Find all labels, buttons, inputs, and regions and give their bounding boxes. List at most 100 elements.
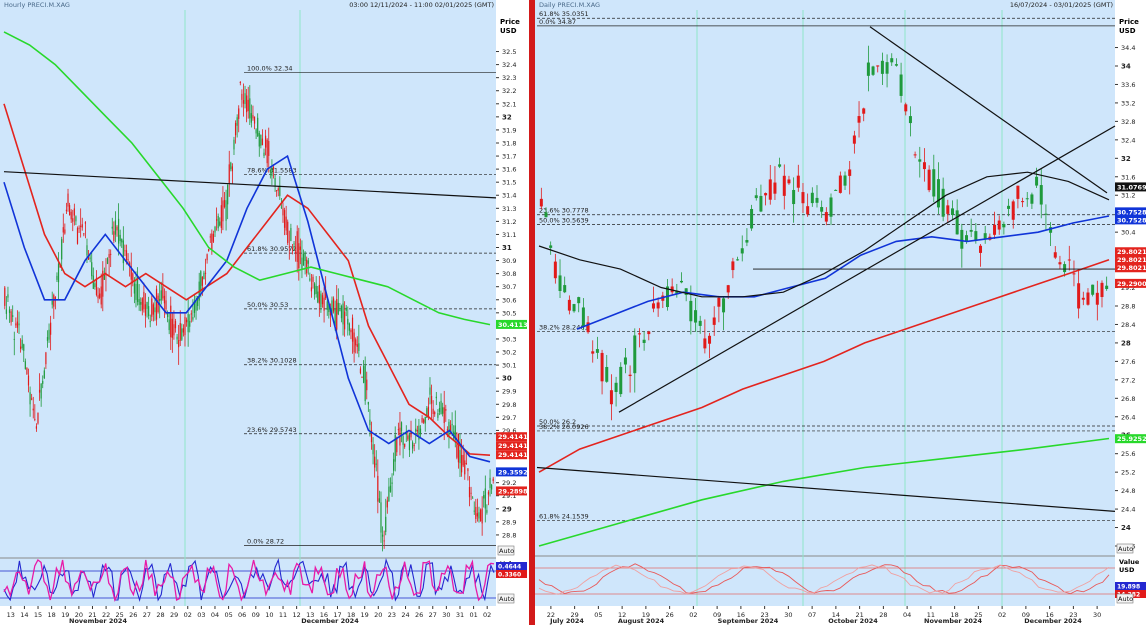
y-tick-label: 25.6: [1121, 450, 1135, 458]
x-day-label: 05: [594, 611, 602, 619]
daily-chart-panel[interactable]: Daily PRECI.M.XAG 16/07/2024 - 03/01/2025…: [535, 0, 1148, 625]
x-day-label: 04: [903, 611, 911, 619]
candle-body: [23, 344, 25, 351]
y-tick-label: 32.4: [502, 61, 516, 69]
candle-body: [111, 226, 113, 229]
candle-body: [249, 98, 251, 119]
x-day-label: 30: [442, 611, 450, 619]
candle-body: [442, 407, 444, 414]
candle-body: [37, 412, 39, 424]
candle-body: [366, 379, 368, 391]
y-tick-label: 31.3: [502, 205, 516, 213]
candle-body: [619, 366, 623, 395]
candle-body: [1058, 262, 1062, 265]
candle-body: [1105, 285, 1109, 290]
candle-body: [402, 436, 404, 445]
candle-body: [203, 272, 205, 280]
candle-body: [894, 64, 898, 66]
candle-body: [106, 258, 109, 264]
candle-body: [356, 344, 358, 347]
candle-body: [385, 516, 387, 533]
candle-body: [563, 285, 567, 293]
hourly-chart-panel[interactable]: Hourly PRECI.M.XAG 03:00 12/11/2024 - 11:…: [0, 0, 529, 625]
indicator-auto-label[interactable]: Auto: [499, 595, 514, 603]
candle-body: [344, 311, 346, 330]
auto-scale-label[interactable]: Auto: [1118, 545, 1133, 553]
indicator-auto-label[interactable]: Auto: [1118, 595, 1133, 603]
candle-body: [255, 129, 257, 134]
y-tick-label: 29.7: [502, 414, 516, 422]
candle-body: [174, 321, 177, 329]
candle-body: [459, 450, 461, 464]
hourly-chart[interactable]: Hourly PRECI.M.XAG 03:00 12/11/2024 - 11:…: [0, 0, 529, 625]
candle-body: [91, 262, 93, 277]
candle-body: [271, 167, 273, 177]
x-day-label: 29: [170, 611, 178, 619]
candle-body: [114, 220, 117, 235]
candle-body: [922, 162, 926, 170]
candle-body: [225, 200, 227, 221]
candle-body: [332, 298, 335, 312]
candle-body: [236, 117, 238, 126]
price-badge-label: 29.2900: [1117, 280, 1147, 288]
candle-body: [908, 116, 912, 124]
candle-body: [257, 117, 259, 137]
candle-body: [283, 210, 286, 228]
x-day-label: 07: [808, 611, 816, 619]
candle-body: [113, 231, 115, 241]
candle-body: [290, 227, 292, 241]
candle-body: [171, 318, 173, 338]
candle-body: [408, 434, 411, 451]
candle-body: [310, 287, 313, 292]
candle-body: [140, 301, 142, 305]
price-badge-label: 29.8021: [1117, 256, 1147, 264]
candle-body: [214, 226, 216, 233]
candle-body: [918, 159, 922, 162]
candle-body: [470, 492, 472, 494]
candle-body: [801, 192, 805, 204]
candle-body: [70, 211, 72, 220]
candle-body: [138, 299, 140, 305]
candle-body: [84, 222, 87, 224]
x-day-label: 30: [1093, 611, 1101, 619]
candle-body: [80, 225, 82, 227]
candle-body: [317, 291, 319, 303]
candle-body: [206, 254, 208, 261]
candle-body: [577, 297, 581, 304]
candle-body: [67, 193, 69, 207]
y-tick-label: 31.9: [502, 126, 516, 134]
y-tick-label: 29.8: [502, 401, 516, 409]
candle-body: [176, 336, 178, 340]
candle-body: [419, 428, 422, 435]
candle-body: [372, 444, 374, 455]
y-tick-label: 31.8: [502, 139, 516, 147]
y-tick-label: 32.2: [502, 87, 516, 95]
candle-body: [4, 287, 6, 306]
candle-body: [647, 331, 651, 335]
candle-body: [764, 193, 768, 196]
candle-body: [834, 189, 838, 191]
candle-body: [792, 189, 796, 205]
candle-body: [16, 321, 19, 328]
candle-body: [81, 224, 83, 228]
x-day-label: 26: [665, 611, 673, 619]
candle-body: [876, 65, 880, 67]
y-tick-label: 28.8: [502, 531, 516, 539]
y-tick-label: 30.7: [502, 283, 516, 291]
candle-body: [628, 374, 632, 377]
candle-body: [549, 245, 553, 248]
x-month-label: December 2024: [301, 617, 359, 625]
candle-body: [378, 498, 381, 503]
candle-body: [558, 275, 562, 292]
candle-body: [400, 422, 403, 432]
daily-chart[interactable]: Daily PRECI.M.XAG 16/07/2024 - 03/01/2025…: [535, 0, 1148, 625]
candle-body: [421, 417, 423, 423]
candle-body: [946, 205, 950, 214]
candle-body: [227, 184, 229, 205]
y-tick-label: 25.2: [1121, 469, 1135, 477]
candle-body: [539, 198, 543, 207]
candle-body: [796, 175, 800, 188]
auto-scale-label[interactable]: Auto: [499, 547, 514, 555]
candle-body: [754, 195, 758, 199]
candle-body: [427, 406, 430, 417]
